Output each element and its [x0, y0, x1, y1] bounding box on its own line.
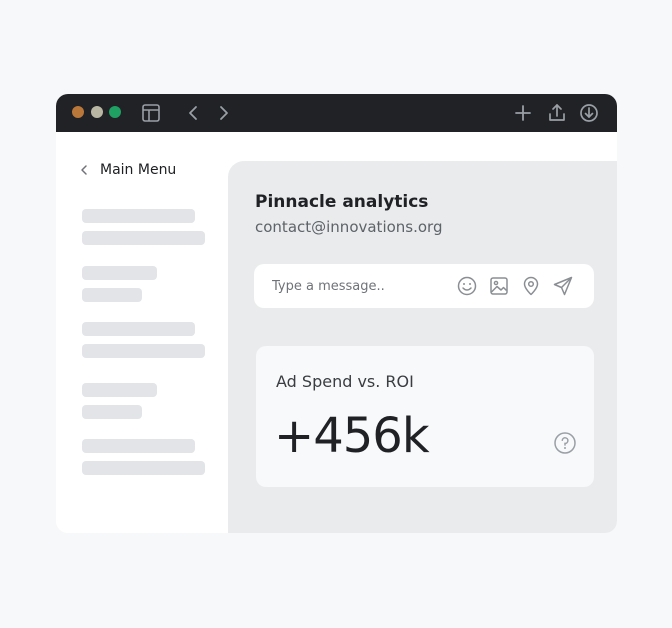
- metric-card: Ad Spend vs. ROI +456k: [256, 346, 594, 487]
- message-composer: [254, 264, 594, 308]
- chevron-left-icon: [81, 165, 87, 175]
- main-menu-label: Main Menu: [100, 162, 177, 178]
- maximize-window-button[interactable]: [109, 106, 121, 118]
- share-icon[interactable]: [546, 102, 568, 124]
- skeleton-line: [82, 266, 157, 280]
- skeleton-line: [82, 231, 205, 245]
- back-icon[interactable]: [183, 102, 205, 124]
- metric-value: +456k: [274, 408, 430, 464]
- contact-email[interactable]: contact@innovations.org: [255, 218, 442, 236]
- location-icon[interactable]: [520, 275, 542, 297]
- close-window-button[interactable]: [72, 106, 84, 118]
- main-menu-back-link[interactable]: Main Menu: [78, 160, 176, 180]
- help-icon[interactable]: [553, 431, 577, 455]
- message-input[interactable]: [272, 276, 442, 296]
- minimize-window-button[interactable]: [91, 106, 103, 118]
- emoji-icon[interactable]: [456, 275, 478, 297]
- contact-name: Pinnacle analytics: [255, 192, 429, 212]
- metric-title: Ad Spend vs. ROI: [276, 372, 414, 391]
- image-icon[interactable]: [488, 275, 510, 297]
- new-tab-icon[interactable]: [512, 102, 534, 124]
- skeleton-line: [82, 344, 205, 358]
- download-icon[interactable]: [578, 102, 600, 124]
- sidebar-toggle-icon[interactable]: [140, 102, 162, 124]
- skeleton-line: [82, 322, 195, 336]
- skeleton-line: [82, 405, 142, 419]
- skeleton-line: [82, 209, 195, 223]
- title-bar: [56, 94, 617, 132]
- forward-icon[interactable]: [212, 102, 234, 124]
- skeleton-line: [82, 288, 142, 302]
- skeleton-line: [82, 439, 195, 453]
- skeleton-line: [82, 461, 205, 475]
- send-icon[interactable]: [552, 275, 574, 297]
- main-panel: Pinnacle analytics contact@innovations.o…: [228, 161, 617, 533]
- sidebar: Main Menu: [56, 132, 228, 533]
- browser-window: Main Menu Pinnacle analytics contact@inn…: [56, 94, 617, 533]
- skeleton-line: [82, 383, 157, 397]
